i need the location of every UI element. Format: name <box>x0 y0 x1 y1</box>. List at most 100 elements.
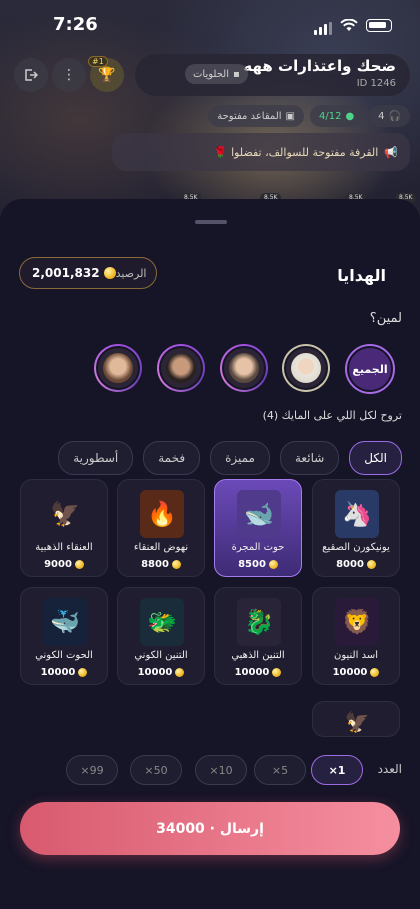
battery-icon <box>366 19 392 32</box>
gift-name: العنقاء الذهبية <box>35 542 93 553</box>
avatar <box>103 353 133 383</box>
recipient-heading: لمين؟ <box>369 311 402 326</box>
gift-card[interactable]: 🐲 التنين الكوني 10000 <box>117 587 205 685</box>
gift-price: 8500 <box>238 559 266 570</box>
cosmic-whale-icon: 🐳 <box>43 598 87 646</box>
gift-name: الحوت الكوني <box>35 650 93 661</box>
open-seats-label: المقاعد مفتوحة <box>217 110 282 122</box>
coin-icon <box>268 560 278 569</box>
quantity-option[interactable]: ×99 <box>66 755 118 785</box>
gift-price: 10000 <box>40 667 76 678</box>
gift-name: نهوض العنقاء <box>133 542 189 553</box>
coin-icon <box>78 668 88 677</box>
wifi-icon <box>340 19 358 31</box>
gift-card-selected[interactable]: 🐋 حوت المجرة 8500 <box>214 479 302 577</box>
gift-category-tabs: الكل شائعة مميزة فخمة أسطورية <box>58 441 402 475</box>
sheet-title: الهدايا <box>337 266 386 285</box>
seat-icon: ▣ <box>285 110 295 122</box>
quantity-option[interactable]: ×5 <box>254 755 306 785</box>
coin-icon <box>171 560 181 569</box>
whale-icon: 🐋 <box>237 490 281 538</box>
send-gift-button[interactable]: إرسال · 34000 <box>20 802 400 855</box>
room-category-chip: ▪ الحلويات <box>185 64 248 84</box>
room-announcement: 📢 القرفة مفتوحة للسوالف، تفضلوا 🌹 <box>112 133 410 171</box>
quantity-option[interactable]: ×50 <box>130 755 182 785</box>
tab-luxury[interactable]: فخمة <box>143 441 201 475</box>
recipient-all[interactable]: الجميع <box>345 344 395 394</box>
more-options-icon[interactable]: ⋮ <box>52 58 86 92</box>
golden-phoenix-icon: 🦅 <box>50 500 80 528</box>
headphones-icon: 🎧 <box>388 110 401 122</box>
gift-name: يونيكورن الصقيع <box>322 542 390 553</box>
chat-icon: ▪ <box>233 68 240 80</box>
cosmic-dragon-icon: 🐲 <box>140 598 184 646</box>
quantity-label: العدد <box>377 762 402 776</box>
gift-name: أسد النيون <box>334 650 378 661</box>
gift-price: 10000 <box>234 667 270 678</box>
avatar <box>166 353 196 383</box>
gift-price: 10000 <box>137 667 173 678</box>
rank-badge: #1 <box>88 56 108 67</box>
room-header: ⋮ 🏆 #1 ضحك واعتذارات ههه ID 1246 ▪ الحلو… <box>10 54 410 96</box>
dragon-icon: 🐉 <box>237 598 281 646</box>
listeners-count: 4 <box>378 110 385 122</box>
gift-price: 8000 <box>336 559 364 570</box>
avatar <box>291 353 321 383</box>
tab-legendary[interactable]: أسطورية <box>58 441 134 475</box>
recipient-summary: تروح لكل اللي على المايك (4) <box>262 409 402 422</box>
status-bar: 7:26 <box>0 0 420 50</box>
mic-users-icon: ● <box>345 110 355 122</box>
announcement-text: القرفة مفتوحة للسوالف، تفضلوا 🌹 <box>213 145 379 159</box>
recipient-avatar[interactable] <box>94 344 142 392</box>
gift-card[interactable]: 🦁 أسد النيون 10000 <box>312 587 400 685</box>
coin-icon <box>175 668 185 677</box>
coin-icon <box>272 668 282 677</box>
gift-price: 9000 <box>44 559 72 570</box>
quantity-option[interactable]: ×1 <box>311 755 363 785</box>
gifts-sheet: الهدايا 2,001,832 الرصيد لمين؟ الجميع تر… <box>0 199 420 909</box>
mic-count-pill[interactable]: ● 4/12 <box>309 105 364 127</box>
tab-special[interactable]: مميزة <box>210 441 270 475</box>
sheet-drag-handle[interactable] <box>195 220 227 224</box>
listeners-pill[interactable]: 🎧 4 <box>369 105 410 127</box>
avatar <box>229 353 259 383</box>
trophy-icon[interactable]: 🏆 #1 <box>88 56 124 92</box>
balance-value: 2,001,832 <box>32 266 100 280</box>
room-name: ضحك واعتذارات ههه <box>243 57 396 75</box>
coin-icon <box>74 560 84 569</box>
megaphone-icon: 📢 <box>384 145 398 159</box>
room-category-label: الحلويات <box>193 68 230 80</box>
lion-icon: 🦁 <box>335 598 379 646</box>
gift-card[interactable]: 🐉 التنين الذهبي 10000 <box>214 587 302 685</box>
room-id: ID 1246 <box>356 78 396 89</box>
mic-count: 4/12 <box>318 110 342 122</box>
phoenix-icon: 🔥 <box>140 490 184 538</box>
quantity-option[interactable]: ×10 <box>195 755 247 785</box>
status-time: 7:26 <box>53 14 98 35</box>
eagle-icon: 🦅 <box>344 710 370 734</box>
open-seats-pill[interactable]: ▣ المقاعد مفتوحة <box>208 105 304 127</box>
gift-card[interactable]: 🦅 العنقاء الذهبية 9000 <box>20 479 108 577</box>
signal-icon <box>312 16 332 35</box>
gift-card[interactable]: 🦄 يونيكورن الصقيع 8000 <box>312 479 400 577</box>
gift-card-partial[interactable]: 🦅 <box>312 701 400 737</box>
room-info-card[interactable]: ضحك واعتذارات ههه ID 1246 ▪ الحلويات <box>135 54 410 96</box>
tab-popular[interactable]: شائعة <box>280 441 340 475</box>
exit-icon[interactable] <box>14 58 48 92</box>
room-stats-row: 🎧 4 ● 4/12 ▣ المقاعد مفتوحة <box>208 105 410 127</box>
tab-all[interactable]: الكل <box>349 441 402 475</box>
gift-card[interactable]: 🔥 نهوض العنقاء 8800 <box>117 479 205 577</box>
gift-price: 10000 <box>332 667 368 678</box>
gift-name: التنين الذهبي <box>231 650 285 661</box>
unicorn-icon: 🦄 <box>335 490 379 538</box>
gift-name: حوت المجرة <box>231 542 285 553</box>
coin-icon <box>366 560 376 569</box>
gift-price: 8800 <box>141 559 169 570</box>
balance-chip[interactable]: 2,001,832 الرصيد <box>19 257 157 289</box>
coin-icon <box>103 267 116 279</box>
recipient-avatar[interactable] <box>157 344 205 392</box>
recipient-avatar[interactable] <box>220 344 268 392</box>
recipient-avatar[interactable] <box>282 344 330 392</box>
gift-card[interactable]: 🐳 الحوت الكوني 10000 <box>20 587 108 685</box>
recipient-list: الجميع <box>0 344 420 396</box>
